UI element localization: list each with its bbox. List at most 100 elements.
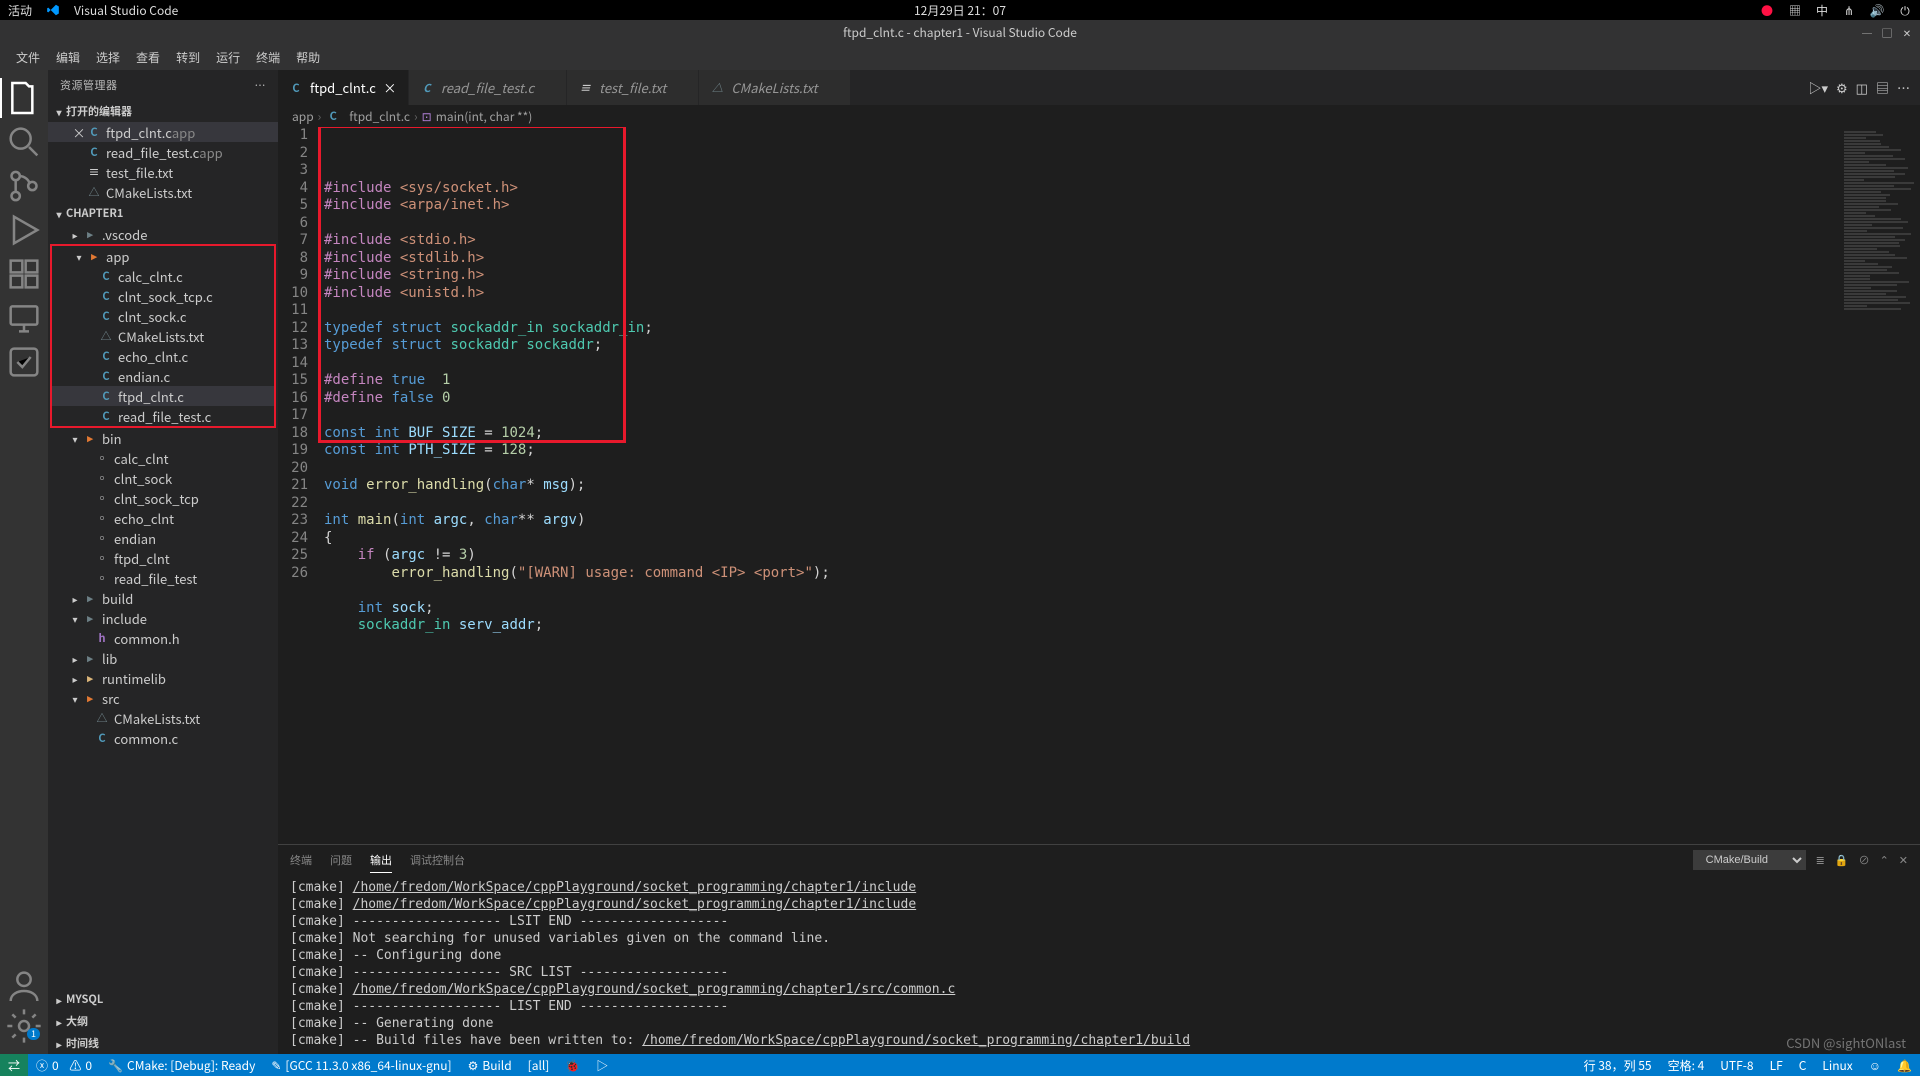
tree-folder[interactable]: ▾▸include bbox=[48, 608, 278, 628]
open-editor-item[interactable]: Cread_file_test.c app bbox=[48, 142, 278, 162]
breadcrumb-item[interactable]: main(int, char **) bbox=[436, 108, 533, 125]
sidebar-section[interactable]: ▸时间线 bbox=[48, 1032, 278, 1054]
code-line[interactable]: #include <stdlib.h> bbox=[324, 250, 1840, 268]
code-line[interactable]: #include <sys/socket.h> bbox=[324, 180, 1840, 198]
minimap[interactable] bbox=[1840, 127, 1920, 844]
menu-2[interactable]: 选择 bbox=[88, 49, 128, 66]
tree-file[interactable]: Cftpd_clnt.c bbox=[52, 386, 274, 406]
output-link[interactable]: /home/fredom/WorkSpace/cppPlayground/soc… bbox=[353, 897, 917, 912]
status-cmake[interactable]: 🔧CMake: [Debug]: Ready bbox=[100, 1054, 263, 1076]
panel-tab[interactable]: 调试控制台 bbox=[410, 848, 465, 872]
status-feedback-icon[interactable]: ☺ bbox=[1861, 1057, 1889, 1074]
code-line[interactable] bbox=[324, 460, 1840, 478]
code-line[interactable]: const int BUF_SIZE = 1024; bbox=[324, 425, 1840, 443]
close-icon[interactable]: × bbox=[382, 80, 398, 96]
tree-file[interactable]: Cecho_clnt.c bbox=[52, 346, 274, 366]
tree-file[interactable]: Ccalc_clnt.c bbox=[52, 266, 274, 286]
tree-file[interactable]: ▫ftpd_clnt bbox=[48, 548, 278, 568]
status-cursor-pos[interactable]: 行 38，列 55 bbox=[1576, 1057, 1660, 1074]
window-minimize-button[interactable]: ─ bbox=[1858, 23, 1876, 41]
tree-file[interactable]: Cclnt_sock.c bbox=[52, 306, 274, 326]
output-link[interactable]: /home/fredom/WorkSpace/cppPlayground/soc… bbox=[642, 1033, 1190, 1048]
code-editor[interactable]: 1234567891011121314151617181920212223242… bbox=[278, 127, 1840, 844]
window-close-button[interactable]: ✕ bbox=[1898, 23, 1916, 41]
tree-folder[interactable]: ▸▸lib bbox=[48, 648, 278, 668]
activity-test[interactable] bbox=[0, 342, 48, 382]
sidebar-section[interactable]: ▸大纲 bbox=[48, 1010, 278, 1032]
os-network-icon[interactable]: ⋔ bbox=[1842, 3, 1856, 17]
os-volume-icon[interactable]: 🔊 bbox=[1870, 3, 1884, 17]
panel-tab[interactable]: 终端 bbox=[290, 848, 312, 872]
code-line[interactable]: #include <string.h> bbox=[324, 267, 1840, 285]
os-power-icon[interactable]: ⏻ bbox=[1898, 3, 1912, 17]
os-record-icon[interactable]: ● bbox=[1760, 3, 1774, 17]
status-run-launch[interactable]: ▷ bbox=[588, 1054, 616, 1076]
output-link[interactable]: /home/fredom/WorkSpace/cppPlayground/soc… bbox=[353, 880, 917, 895]
menu-1[interactable]: 编辑 bbox=[48, 49, 88, 66]
tree-file[interactable]: Cclnt_sock_tcp.c bbox=[52, 286, 274, 306]
open-editor-item[interactable]: ≡test_file.txt bbox=[48, 162, 278, 182]
breadcrumb[interactable]: app›Cftpd_clnt.c›⊡main(int, char **) bbox=[278, 105, 1920, 127]
status-lang[interactable]: C bbox=[1791, 1057, 1815, 1074]
output-channel-select[interactable]: CMake/Build bbox=[1693, 850, 1806, 870]
tree-folder[interactable]: ▾▸app bbox=[52, 246, 274, 266]
layout-icon[interactable]: ▤ bbox=[1876, 78, 1889, 97]
code-line[interactable]: { bbox=[324, 530, 1840, 548]
project-header[interactable]: ▾ CHAPTER1 bbox=[48, 202, 278, 224]
activity-extensions[interactable] bbox=[0, 254, 48, 294]
panel-filter-icon[interactable]: ≣ bbox=[1816, 852, 1825, 868]
code-line[interactable] bbox=[324, 215, 1840, 233]
tree-file[interactable]: Ccommon.c bbox=[48, 728, 278, 748]
tree-file[interactable]: ▫calc_clnt bbox=[48, 448, 278, 468]
menu-6[interactable]: 终端 bbox=[248, 49, 288, 66]
status-build[interactable]: ⚙Build bbox=[460, 1054, 520, 1076]
breadcrumb-item[interactable]: app bbox=[292, 108, 314, 125]
tree-file[interactable]: Cendian.c bbox=[52, 366, 274, 386]
tree-file[interactable]: ▫clnt_sock_tcp bbox=[48, 488, 278, 508]
editor-tab[interactable]: ≡test_file.txt× bbox=[567, 70, 699, 105]
activity-debug[interactable] bbox=[0, 210, 48, 250]
code-line[interactable] bbox=[324, 355, 1840, 373]
activity-search[interactable] bbox=[0, 122, 48, 162]
code-line[interactable]: typedef struct sockaddr_in sockaddr_in; bbox=[324, 320, 1840, 338]
code-line[interactable]: #define true 1 bbox=[324, 372, 1840, 390]
editor-tab[interactable]: Cftpd_clnt.c× bbox=[278, 70, 409, 105]
output-link[interactable]: /home/fredom/WorkSpace/cppPlayground/soc… bbox=[353, 982, 956, 997]
menu-7[interactable]: 帮助 bbox=[288, 49, 328, 66]
close-icon[interactable]: × bbox=[72, 123, 86, 142]
activity-explorer[interactable] bbox=[0, 78, 48, 118]
status-kit[interactable]: ✎[GCC 11.3.0 x86_64-linux-gnu] bbox=[263, 1054, 459, 1076]
activity-remote[interactable] bbox=[0, 298, 48, 338]
menu-3[interactable]: 查看 bbox=[128, 49, 168, 66]
status-bell-icon[interactable]: 🔔 bbox=[1889, 1057, 1920, 1074]
code-line[interactable] bbox=[324, 495, 1840, 513]
tree-file[interactable]: ▫read_file_test bbox=[48, 568, 278, 588]
code-line[interactable]: #include <arpa/inet.h> bbox=[324, 197, 1840, 215]
status-eol[interactable]: LF bbox=[1762, 1057, 1791, 1074]
activity-scm[interactable] bbox=[0, 166, 48, 206]
tree-folder[interactable]: ▸▸.vscode bbox=[48, 224, 278, 244]
status-target[interactable]: [all] bbox=[520, 1054, 558, 1076]
breadcrumb-item[interactable]: ftpd_clnt.c bbox=[349, 108, 410, 125]
split-right-icon[interactable]: ◫ bbox=[1856, 78, 1868, 97]
status-spaces[interactable]: 空格: 4 bbox=[1660, 1057, 1713, 1074]
tree-file[interactable]: Cread_file_test.c bbox=[52, 406, 274, 426]
tree-file[interactable]: △CMakeLists.txt bbox=[48, 708, 278, 728]
os-activity-label[interactable]: 活动 bbox=[8, 2, 32, 19]
status-errors[interactable]: ⓧ0 ⚠0 bbox=[28, 1054, 100, 1076]
os-tray-icon[interactable]: ▦ bbox=[1788, 3, 1802, 17]
tree-file[interactable]: ▫echo_clnt bbox=[48, 508, 278, 528]
code-line[interactable]: if (argc != 3) bbox=[324, 547, 1840, 565]
open-editor-item[interactable]: ×Cftpd_clnt.c app bbox=[48, 122, 278, 142]
editor-tab[interactable]: △CMakeLists.txt× bbox=[699, 70, 850, 105]
open-editor-item[interactable]: △CMakeLists.txt bbox=[48, 182, 278, 202]
tree-file[interactable]: ▫endian bbox=[48, 528, 278, 548]
code-line[interactable]: error_handling("[WARN] usage: command <I… bbox=[324, 565, 1840, 583]
output-panel-body[interactable]: [cmake] /home/fredom/WorkSpace/cppPlaygr… bbox=[278, 875, 1920, 1054]
panel-close-icon[interactable]: ✕ bbox=[1899, 852, 1908, 868]
panel-tab[interactable]: 问题 bbox=[330, 848, 352, 872]
editor-tab[interactable]: Cread_file_test.c× bbox=[409, 70, 567, 105]
sidebar-more-icon[interactable]: ⋯ bbox=[255, 77, 267, 93]
open-editors-header[interactable]: ▾ 打开的编辑器 bbox=[48, 100, 278, 122]
os-datetime[interactable]: 12月29日 21：07 bbox=[914, 2, 1006, 19]
